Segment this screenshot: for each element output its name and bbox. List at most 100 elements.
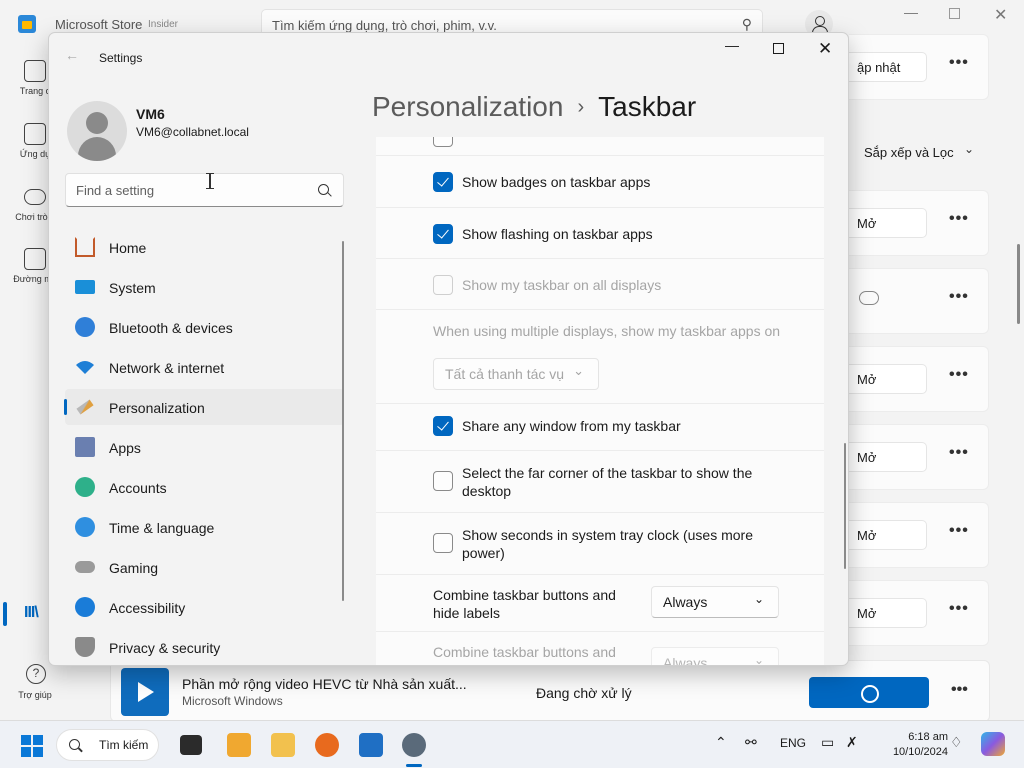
taskbar: Tìm kiếm ⌃ ⚯ ENG ▭ ✗ 6:18 am 10/10/2024 … — [0, 720, 1024, 768]
sidebar-item-privacy[interactable]: Privacy & security — [65, 629, 344, 665]
brush-icon — [76, 399, 94, 415]
option-label: When using multiple displays, show my ta… — [433, 323, 781, 339]
more-icon[interactable]: ••• — [949, 210, 969, 228]
search-icon[interactable]: ⚲ — [742, 16, 752, 33]
store-open-button[interactable]: Mở — [849, 520, 927, 550]
settings-search-input[interactable] — [76, 183, 306, 198]
sidebar-item-system[interactable]: System — [65, 269, 344, 305]
microsoft-store-icon[interactable] — [359, 733, 383, 757]
file-explorer-icon[interactable] — [271, 733, 295, 757]
store-minimize-button[interactable]: — — [904, 4, 918, 20]
store-open-button[interactable]: Mở — [849, 442, 927, 472]
chevron-down-icon: ⌄ — [753, 592, 764, 606]
more-icon[interactable]: ••• — [949, 522, 969, 540]
combine-buttons-other-dropdown[interactable]: Always ⌄ — [651, 647, 779, 666]
store-logo-icon — [18, 15, 36, 33]
stop-download-button[interactable] — [809, 677, 929, 708]
sidebar-item-network[interactable]: Network & internet — [65, 349, 344, 385]
share-window-checkbox[interactable] — [433, 416, 453, 436]
taskbar-behaviors-panel: Show badges on taskbar apps Show flashin… — [376, 137, 824, 666]
gaming-icon — [24, 189, 46, 205]
cloud-download-icon[interactable] — [859, 291, 879, 305]
store-maximize-button[interactable] — [949, 8, 960, 19]
page-title: Personalization › Taskbar — [372, 91, 696, 123]
store-open-button[interactable]: Mở — [849, 208, 927, 238]
clock[interactable]: 6:18 am 10/10/2024 — [868, 730, 948, 760]
store-nav-label: Trang c — [19, 86, 51, 96]
store-search-input[interactable]: Tìm kiếm ứng dụng, trò chơi, phim, v.v. — [272, 18, 497, 33]
volume-muted-icon[interactable]: ✗ — [846, 734, 858, 751]
display-icon[interactable]: ▭ — [821, 734, 834, 751]
close-button[interactable]: ✕ — [818, 39, 832, 59]
show-flashing-checkbox[interactable] — [433, 224, 453, 244]
far-corner-checkbox[interactable] — [433, 471, 453, 491]
show-seconds-checkbox[interactable] — [433, 533, 453, 553]
firefox-icon[interactable] — [315, 733, 339, 757]
network-off-icon[interactable]: ⚯ — [745, 734, 757, 751]
option-label: Combine taskbar buttons and — [433, 644, 616, 660]
sidebar-item-gaming[interactable]: Gaming — [65, 549, 344, 585]
store-help-label[interactable]: Trợ giúp — [0, 690, 70, 700]
notification-bell-icon[interactable]: ♢ — [950, 734, 963, 751]
store-library-item: Mở ••• — [849, 424, 989, 490]
help-icon[interactable]: ? — [26, 664, 46, 684]
store-title: Microsoft Store — [55, 17, 143, 32]
breadcrumb-parent[interactable]: Personalization — [372, 91, 563, 122]
settings-search-box[interactable] — [65, 173, 344, 207]
sidebar-scrollbar[interactable] — [342, 241, 344, 601]
text-cursor-icon — [206, 173, 214, 189]
more-icon[interactable]: ••• — [951, 681, 968, 699]
avatar[interactable] — [67, 101, 127, 161]
more-icon[interactable]: ••• — [949, 444, 969, 462]
chevron-down-icon: ⌄ — [573, 363, 584, 378]
language-indicator[interactable]: ENG — [780, 736, 806, 750]
minimize-button[interactable]: — — [725, 37, 739, 53]
checkbox[interactable] — [433, 137, 453, 147]
more-icon[interactable]: ••• — [949, 288, 969, 306]
multiple-displays-dropdown[interactable]: Tất cả thanh tác vụ ⌄ — [433, 358, 599, 390]
option-row: Show flashing on taskbar apps — [376, 208, 824, 259]
more-icon[interactable]: ••• — [949, 54, 969, 72]
maximize-button[interactable] — [773, 43, 784, 54]
option-label: Show my taskbar on all displays — [462, 277, 662, 293]
store-scrollbar[interactable] — [1017, 244, 1020, 324]
store-open-button[interactable]: Mở — [849, 598, 927, 628]
store-download-name[interactable]: Phần mở rộng video HEVC từ Nhà sản xuất.… — [182, 676, 467, 692]
copilot-icon[interactable] — [981, 732, 1005, 756]
store-close-button[interactable]: ✕ — [994, 5, 1007, 25]
store-sort-filter-button[interactable]: Sắp xếp và Lọc ⌄ — [849, 136, 989, 168]
all-displays-checkbox[interactable] — [433, 275, 453, 295]
more-icon[interactable]: ••• — [949, 366, 969, 384]
taskbar-search-label: Tìm kiếm — [99, 738, 149, 752]
option-row-partial — [376, 137, 824, 156]
option-label: Combine taskbar buttons and hide labels — [433, 587, 616, 621]
sidebar-item-label: Accounts — [109, 480, 167, 496]
settings-title: Settings — [99, 51, 143, 65]
sidebar-item-personalization[interactable]: Personalization — [64, 389, 344, 425]
sidebar-item-bluetooth[interactable]: Bluetooth & devices — [65, 309, 344, 345]
home-icon — [75, 237, 95, 257]
sidebar-item-home[interactable]: Home — [65, 229, 344, 265]
store-open-button[interactable]: Mở — [849, 364, 927, 394]
sidebar-item-apps[interactable]: Apps — [65, 429, 344, 465]
settings-gear-icon[interactable] — [402, 733, 426, 757]
panel-scrollbar[interactable] — [844, 443, 846, 569]
chevron-up-icon[interactable]: ⌃ — [715, 734, 727, 751]
user-email: VM6@collabnet.local — [136, 125, 249, 139]
store-update-button[interactable]: ập nhật — [849, 52, 927, 82]
more-icon[interactable]: ••• — [949, 600, 969, 618]
task-view-icon[interactable] — [180, 735, 202, 755]
library-icon[interactable]: III\ — [24, 604, 39, 622]
sidebar-item-accounts[interactable]: Accounts — [65, 469, 344, 505]
widgets-icon[interactable] — [227, 733, 251, 757]
chevron-down-icon: ⌄ — [753, 653, 764, 666]
search-icon[interactable] — [318, 184, 329, 195]
combine-buttons-dropdown[interactable]: Always ⌄ — [651, 586, 779, 618]
show-badges-checkbox[interactable] — [433, 172, 453, 192]
option-row: Show badges on taskbar apps — [376, 156, 824, 208]
start-button[interactable] — [21, 735, 43, 757]
sidebar-item-time-language[interactable]: Time & language — [65, 509, 344, 545]
sidebar-item-accessibility[interactable]: Accessibility — [65, 589, 344, 625]
taskbar-search-button[interactable]: Tìm kiếm — [56, 729, 159, 761]
back-arrow-icon[interactable]: ← — [65, 47, 79, 63]
